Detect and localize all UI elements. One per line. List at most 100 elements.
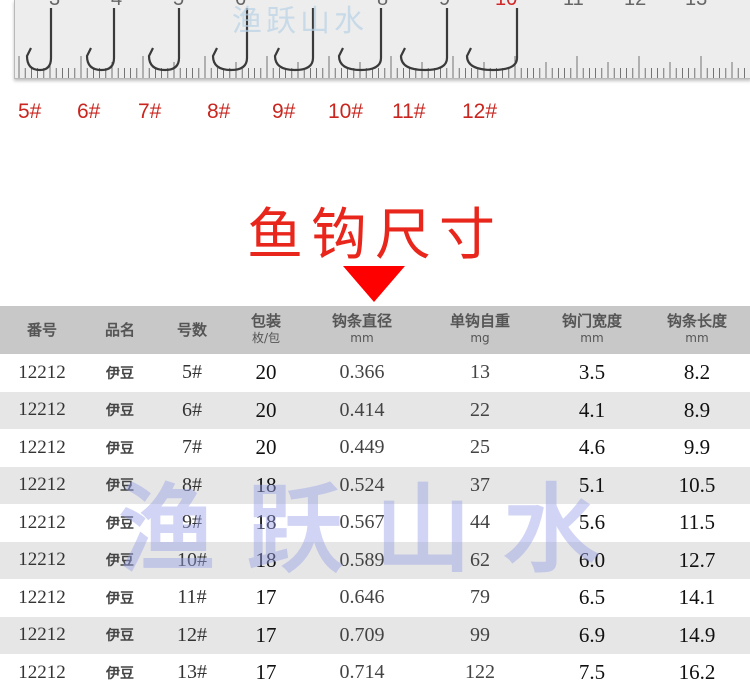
watermark-top: 渔跃山水 bbox=[232, 4, 368, 39]
table-cell-diameter: 0.646 bbox=[339, 586, 385, 609]
table-cell-diameter: 0.589 bbox=[339, 548, 385, 571]
header-cell: 号数 bbox=[176, 320, 207, 339]
ruler-number: 13 bbox=[685, 0, 707, 11]
ruler-number: 12 bbox=[624, 0, 646, 11]
spec-table: 番号 品名 号数 包装 枚/包 钩条直径 mm 单钩自重 mg 钩门宽度 mm 钩条长度… bbox=[0, 306, 750, 692]
table-cell-length: 14.9 bbox=[678, 622, 716, 647]
ruler-number: 9 bbox=[439, 0, 450, 11]
table-cell-gap: 5.1 bbox=[578, 472, 606, 497]
table-cell-size: 12# bbox=[177, 623, 207, 646]
table-cell-weight: 44 bbox=[470, 511, 490, 534]
table-cell-diameter: 0.524 bbox=[339, 473, 385, 496]
hook-size-label: 5# bbox=[18, 100, 42, 123]
table-cell-length: 16.2 bbox=[678, 660, 716, 685]
ruler-number: 3 bbox=[49, 0, 60, 11]
hook-size-label: 8# bbox=[207, 100, 231, 123]
table-cell-pack: 18 bbox=[255, 472, 277, 497]
table-row: 12212 伊豆 7# 20 0.449 25 4.6 9.9 bbox=[0, 429, 750, 467]
table-cell-diameter: 0.714 bbox=[339, 661, 385, 684]
ruler-number: 4 bbox=[111, 0, 122, 11]
header-cell: 单钩自重 mg bbox=[449, 312, 510, 346]
table-cell-length: 8.9 bbox=[683, 397, 711, 422]
table-row: 12212 伊豆 11# 17 0.646 79 6.5 14.1 bbox=[0, 579, 750, 617]
table-cell-name: 伊豆 bbox=[106, 515, 134, 532]
table-cell-pack: 18 bbox=[255, 547, 277, 572]
table-cell-size: 10# bbox=[177, 548, 207, 571]
ruler-number: 8 bbox=[377, 0, 388, 11]
table-cell-pack: 17 bbox=[255, 622, 277, 647]
table-cell-length: 14.1 bbox=[678, 585, 716, 610]
table-cell-diameter: 0.449 bbox=[339, 436, 385, 459]
table-cell-gap: 4.1 bbox=[578, 397, 606, 422]
table-cell-weight: 99 bbox=[470, 623, 490, 646]
table-cell-size: 7# bbox=[182, 436, 202, 459]
table-cell-name: 伊豆 bbox=[106, 365, 134, 382]
table-cell-length: 12.7 bbox=[678, 547, 716, 572]
table-row: 12212 伊豆 5# 20 0.366 13 3.5 8.2 bbox=[0, 354, 750, 392]
table-cell-name: 伊豆 bbox=[106, 553, 134, 570]
table-cell-size: 9# bbox=[182, 511, 202, 534]
table-cell-gap: 7.5 bbox=[578, 660, 606, 685]
table-row: 12212 伊豆 8# 18 0.524 37 5.1 10.5 bbox=[0, 466, 750, 504]
table-cell-code: 12212 bbox=[18, 399, 66, 421]
table-cell-pack: 20 bbox=[255, 397, 277, 422]
table-cell-weight: 37 bbox=[470, 473, 490, 496]
table-cell-length: 11.5 bbox=[679, 510, 715, 535]
table-cell-weight: 62 bbox=[470, 548, 490, 571]
hook-size-label: 12# bbox=[462, 100, 498, 123]
header-cell: 钩条长度 mm bbox=[666, 312, 727, 346]
down-arrow-icon bbox=[343, 266, 405, 302]
hook-size-label: 7# bbox=[138, 100, 162, 123]
table-cell-code: 12212 bbox=[18, 586, 66, 608]
table-cell-gap: 3.5 bbox=[578, 360, 606, 385]
table-cell-name: 伊豆 bbox=[106, 478, 134, 495]
table-cell-code: 12212 bbox=[18, 624, 66, 646]
hook-size-label: 11# bbox=[392, 100, 426, 123]
section-heading: 鱼钩尺寸 bbox=[247, 203, 503, 268]
hook-size-label: 9# bbox=[272, 100, 296, 123]
table-cell-weight: 22 bbox=[470, 398, 490, 421]
table-cell-gap: 6.0 bbox=[578, 547, 606, 572]
table-cell-pack: 20 bbox=[255, 360, 277, 385]
table-cell-code: 12212 bbox=[18, 436, 66, 458]
table-cell-code: 12212 bbox=[18, 361, 66, 383]
table-cell-length: 9.9 bbox=[683, 435, 711, 460]
table-header: 番号 品名 号数 包装 枚/包 钩条直径 mm 单钩自重 mg 钩门宽度 mm 钩条长度… bbox=[0, 306, 750, 354]
ruler: 3 4 5 6 8 9 10 11 12 13 bbox=[14, 0, 750, 79]
table-cell-diameter: 0.414 bbox=[339, 398, 385, 421]
table-cell-name: 伊豆 bbox=[106, 440, 134, 457]
table-cell-gap: 6.9 bbox=[578, 622, 606, 647]
header-cell: 包装 枚/包 bbox=[250, 312, 281, 346]
table-cell-weight: 79 bbox=[470, 586, 490, 609]
table-cell-gap: 6.5 bbox=[578, 585, 606, 610]
table-cell-name: 伊豆 bbox=[106, 628, 134, 645]
table-cell-code: 12212 bbox=[18, 511, 66, 533]
table-cell-diameter: 0.709 bbox=[339, 623, 385, 646]
table-cell-pack: 17 bbox=[255, 660, 277, 685]
table-cell-pack: 18 bbox=[255, 510, 277, 535]
table-cell-pack: 20 bbox=[255, 435, 277, 460]
table-cell-size: 11# bbox=[177, 586, 207, 609]
table-body: 12212 伊豆 5# 20 0.366 13 3.5 8.2 12212 伊豆 6# 20 0.414… bbox=[0, 354, 750, 692]
table-cell-weight: 122 bbox=[465, 661, 495, 684]
table-cell-weight: 25 bbox=[470, 436, 490, 459]
table-cell-name: 伊豆 bbox=[106, 590, 134, 607]
header-cell: 钩条直径 mm bbox=[331, 312, 392, 346]
table-cell-code: 12212 bbox=[18, 549, 66, 571]
table-cell-size: 8# bbox=[182, 473, 202, 496]
table-row: 12212 伊豆 13# 17 0.714 122 7.5 16.2 bbox=[0, 654, 750, 692]
table-cell-name: 伊豆 bbox=[106, 403, 134, 420]
ruler-number-highlight: 10 bbox=[495, 0, 517, 11]
hook-size-label: 6# bbox=[77, 100, 101, 123]
hook-size-labels: 5# 6# 7# 8# 9# 10# 11# 12# bbox=[0, 100, 750, 130]
ruler-ticks-and-hooks bbox=[18, 8, 745, 78]
header-cell: 番号 bbox=[26, 320, 57, 339]
table-cell-gap: 5.6 bbox=[578, 510, 606, 535]
table-cell-gap: 4.6 bbox=[578, 435, 606, 460]
table-cell-weight: 13 bbox=[470, 361, 490, 384]
table-cell-size: 13# bbox=[177, 661, 207, 684]
table-cell-size: 6# bbox=[182, 398, 202, 421]
header-cell: 品名 bbox=[104, 320, 135, 339]
table-cell-length: 10.5 bbox=[678, 472, 716, 497]
table-cell-code: 12212 bbox=[18, 474, 66, 496]
